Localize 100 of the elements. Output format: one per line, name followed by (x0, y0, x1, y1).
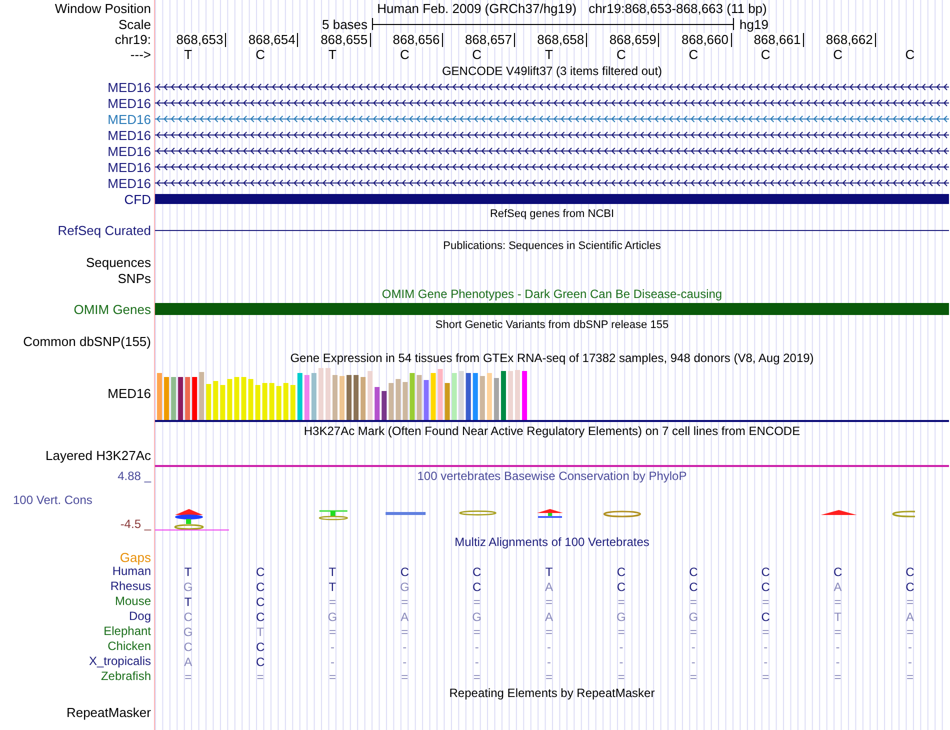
gene-label[interactable]: MED16 (108, 80, 151, 94)
gene-label[interactable]: MED16 (108, 128, 151, 142)
track-label[interactable]: OMIM Genes (74, 302, 151, 316)
aligned-base: A (184, 654, 194, 668)
aligned-base: = (256, 670, 265, 684)
aligned-base: - (474, 654, 480, 668)
base-letter: C (833, 48, 844, 62)
aligned-base: T (256, 624, 265, 638)
track-label[interactable]: ---> (130, 47, 151, 62)
aligned-base: T (184, 564, 193, 578)
aligned-base: T (834, 610, 842, 624)
base-letter: C (400, 48, 410, 62)
aligned-base: = (762, 624, 770, 638)
aligned-base: C (256, 594, 266, 608)
gene-label[interactable]: CFD (124, 192, 151, 206)
aligned-base: C (906, 564, 916, 578)
aligned-base: = (618, 624, 626, 638)
gene-label[interactable]: MED16 (108, 112, 151, 126)
position-tick-label: 868,660 (680, 32, 732, 46)
gene-label[interactable]: MED16 (108, 96, 151, 110)
aligned-base: C (256, 564, 266, 578)
species-label[interactable]: Zebrafish (100, 669, 151, 684)
species-label[interactable]: Chicken (108, 639, 151, 654)
aligned-base: A (834, 580, 843, 594)
track-label[interactable]: Window Position (54, 0, 151, 16)
scale-length: 5 bases (322, 16, 368, 32)
species-label[interactable]: Rhesus (110, 579, 151, 594)
aligned-base: C (256, 640, 266, 654)
aligned-base: = (762, 670, 770, 684)
position-tick-label: 868,659 (608, 32, 660, 46)
aligned-base: G (616, 610, 627, 624)
track-label[interactable]: Common dbSNP(155) (23, 334, 151, 349)
aligned-base: - (908, 654, 913, 668)
aligned-base: - (402, 654, 408, 668)
aligned-base: C (616, 564, 627, 578)
species-label[interactable]: Mouse (114, 594, 151, 609)
position-tick-label: 868,661 (752, 32, 804, 46)
track-label[interactable]: chr19: (114, 32, 151, 47)
gene-label[interactable]: MED16 (108, 160, 151, 174)
aligned-base: = (906, 594, 914, 608)
aligned-base: C (689, 580, 699, 594)
species-label[interactable]: Dog (128, 609, 151, 624)
track-label[interactable]: RepeatMasker (66, 705, 151, 720)
gene-label[interactable]: MED16 (108, 144, 151, 158)
base-letter: C (688, 48, 700, 62)
base-letter: C (905, 48, 916, 62)
aligned-base: - (836, 640, 841, 654)
aligned-base: - (764, 640, 769, 654)
track-label[interactable]: Sequences (86, 254, 151, 270)
aligned-base: = (328, 594, 337, 608)
aligned-base: G (183, 624, 194, 638)
axis-min-label: -4.5 _ (120, 517, 151, 532)
assembly-label: hg19 (740, 16, 768, 32)
track-title: OMIM Gene Phenotypes - Dark Green Can Be Disease-causing (382, 286, 722, 302)
track-title: Repeating Elements by RepeatMasker (449, 684, 655, 702)
aligned-base: C (906, 580, 916, 594)
aligned-base: = (690, 594, 698, 608)
aligned-base: C (761, 580, 771, 594)
aligned-base: C (256, 580, 266, 594)
aligned-base: A (400, 610, 410, 624)
gene-label[interactable]: MED16 (108, 176, 151, 190)
aligned-base: = (906, 670, 914, 684)
species-label[interactable]: Human (112, 564, 151, 579)
track-label[interactable]: MED16 (108, 386, 151, 400)
species-label[interactable]: X_tropicalis (88, 654, 151, 669)
aligned-base: A (906, 610, 915, 624)
species-label[interactable]: Elephant (104, 624, 151, 639)
position-tick-label: 868,657 (464, 32, 515, 46)
base-letter: C (760, 48, 772, 62)
aligned-base: - (836, 654, 841, 668)
aligned-base: C (833, 564, 844, 578)
track-title: Short Genetic Variants from dbSNP release 155 (435, 318, 669, 333)
aligned-base: G (183, 580, 194, 594)
aligned-base: - (402, 640, 408, 654)
aligned-base: C (256, 654, 266, 668)
aligned-base: C (761, 564, 771, 578)
track-title: H3K27Ac Mark (Often Found Near Active Regulatory Elements) on 7 cell lines from ENCODE (304, 423, 800, 440)
base-letter: C (256, 48, 266, 62)
aligned-base: = (546, 594, 554, 608)
track-label[interactable]: Scale (118, 16, 151, 32)
base-letter: T (184, 48, 194, 62)
track-label[interactable]: SNPs (118, 270, 151, 286)
track-title: Multiz Alignments of 100 Vertebrates (454, 534, 650, 550)
aligned-base: - (619, 640, 624, 654)
aligned-base: = (834, 670, 842, 684)
aligned-base: C (616, 580, 627, 594)
track-label[interactable]: RefSeq Curated (58, 222, 151, 238)
aligned-base: G (688, 610, 700, 624)
track-title: RefSeq genes from NCBI (490, 207, 614, 222)
aligned-base: = (618, 594, 626, 608)
aligned-base: C (184, 610, 194, 624)
track-label[interactable]: 100 Vert. Cons (0, 493, 92, 508)
aligned-base: - (691, 654, 696, 668)
track-title: Gene Expression in 54 tissues from GTEx RNA-seq of 17382 samples, 948 donors (V8, Aug 2019) (290, 350, 814, 367)
track-label[interactable]: Layered H3K27Ac (45, 448, 151, 463)
base-letter: T (545, 48, 554, 62)
aligned-base: - (619, 654, 624, 668)
aligned-base: = (401, 624, 410, 638)
aligned-base: C (256, 610, 266, 624)
aligned-base: C (689, 564, 699, 578)
